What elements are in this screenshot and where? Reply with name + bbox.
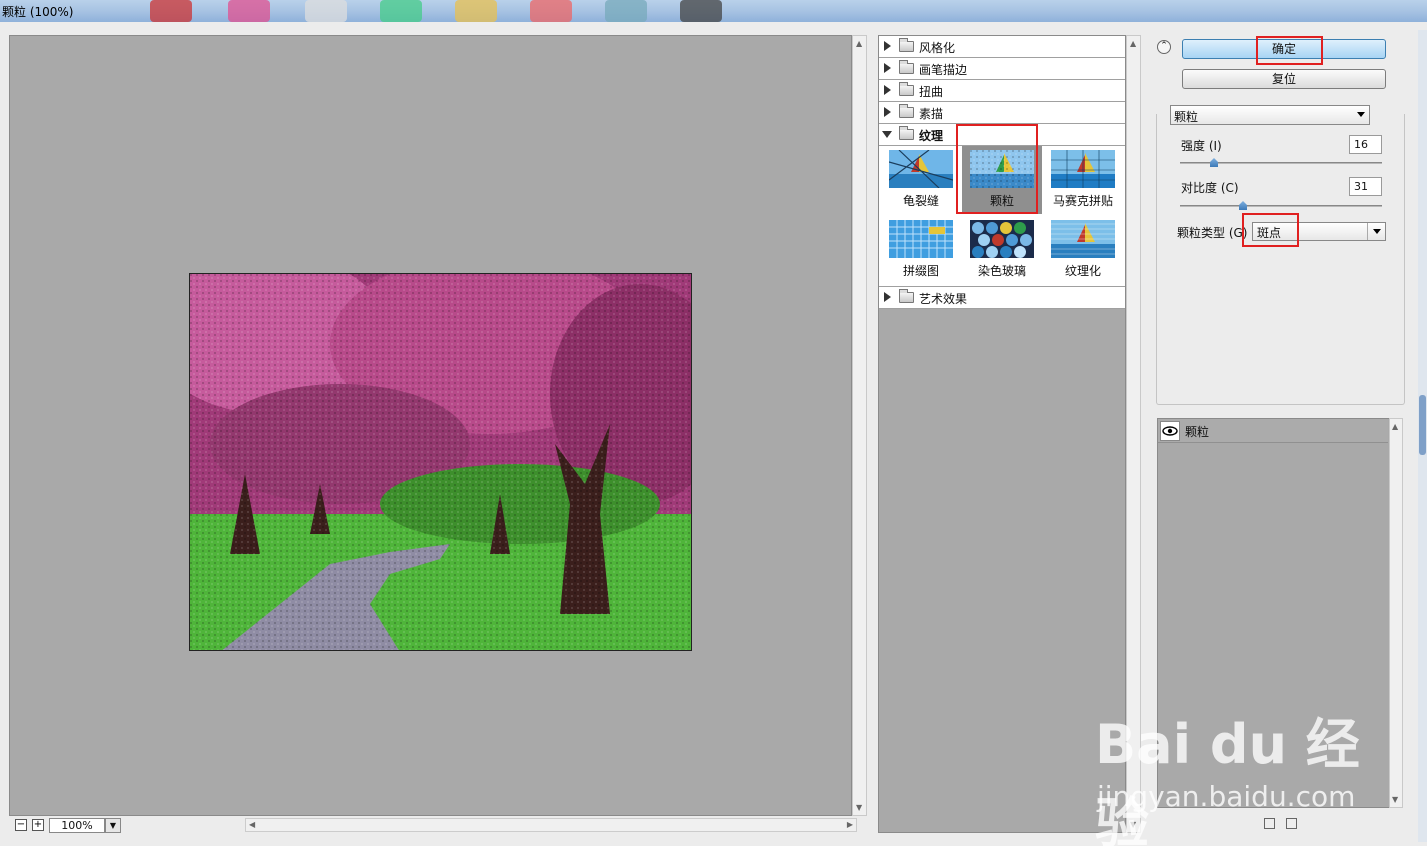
- scrollbar-thumb[interactable]: [1419, 395, 1426, 455]
- category-artistic[interactable]: 艺术效果: [879, 287, 1125, 309]
- window-scrollbar[interactable]: [1418, 30, 1427, 842]
- eye-icon[interactable]: [1160, 421, 1180, 441]
- filter-select-value: 颗粒: [1174, 110, 1199, 124]
- effect-layer-name: 颗粒: [1185, 425, 1210, 439]
- folder-icon: [899, 82, 914, 96]
- folder-icon: [899, 289, 914, 303]
- folder-open-icon: [899, 126, 914, 140]
- window-titlebar: 颗粒 (100%): [0, 0, 1427, 22]
- category-label: 画笔描边: [919, 63, 968, 77]
- patchwork-thumbnail-icon: [889, 220, 953, 258]
- taskbar-icon: [530, 0, 572, 22]
- sailboat-thumbnail-icon: [1051, 150, 1115, 188]
- category-stylize[interactable]: 风格化: [879, 36, 1125, 58]
- expand-triangle-icon[interactable]: [884, 107, 891, 117]
- window-title: 颗粒 (100%): [2, 5, 74, 19]
- category-texture[interactable]: 纹理: [879, 124, 1125, 146]
- category-brush-strokes[interactable]: 画笔描边: [879, 58, 1125, 80]
- filter-select[interactable]: 颗粒: [1170, 105, 1370, 125]
- reset-button[interactable]: 复位: [1182, 69, 1386, 89]
- scroll-up-icon[interactable]: ▲: [1392, 422, 1398, 431]
- sailboat-thumbnail-icon: [889, 150, 953, 188]
- zoom-in-button[interactable]: +: [32, 819, 44, 831]
- category-label: 风格化: [919, 41, 956, 55]
- expand-triangle-icon[interactable]: [884, 63, 891, 73]
- filter-label: 染色玻璃: [977, 264, 1026, 278]
- filter-label: 拼缀图: [902, 264, 939, 278]
- grain-type-value: 斑点: [1257, 226, 1282, 240]
- zoom-level-field[interactable]: 100%: [49, 818, 105, 833]
- chevron-down-icon: [1357, 112, 1365, 117]
- scroll-up-icon[interactable]: ▲: [856, 39, 862, 48]
- grain-type-label: 颗粒类型 (G): [1177, 226, 1248, 240]
- taskbar-icon: [228, 0, 270, 22]
- taskbar-icon: [305, 0, 347, 22]
- category-distort[interactable]: 扭曲: [879, 80, 1125, 102]
- expand-triangle-icon[interactable]: [884, 85, 891, 95]
- taskbar-icon: [150, 0, 192, 22]
- folder-icon: [899, 104, 914, 118]
- category-sketch[interactable]: 素描: [879, 102, 1125, 124]
- effect-layers-panel: 颗粒: [1157, 418, 1403, 808]
- filter-label: 龟裂缝: [902, 194, 939, 208]
- scroll-left-icon[interactable]: ◀: [249, 820, 255, 829]
- expand-triangle-icon[interactable]: [884, 41, 891, 51]
- sailboat-thumbnail-icon: [1051, 220, 1115, 258]
- category-label: 扭曲: [919, 85, 944, 99]
- expand-triangle-icon[interactable]: [884, 292, 891, 302]
- stained-glass-thumbnail-icon: [970, 220, 1034, 258]
- scroll-right-icon[interactable]: ▶: [847, 820, 853, 829]
- preview-horizontal-scrollbar[interactable]: ◀ ▶: [245, 818, 857, 832]
- zoom-dropdown-icon[interactable]: ▼: [105, 818, 121, 833]
- folder-icon: [899, 38, 914, 52]
- effect-layer-row[interactable]: 颗粒: [1158, 419, 1388, 443]
- contrast-slider[interactable]: [1180, 201, 1382, 210]
- filter-thumb-patchwork[interactable]: 拼缀图: [881, 216, 961, 284]
- intensity-slider[interactable]: [1180, 158, 1382, 167]
- contrast-field[interactable]: 31: [1349, 177, 1382, 196]
- preview-vertical-scrollbar[interactable]: ▲ ▼: [852, 35, 867, 816]
- taskbar-icon: [455, 0, 497, 22]
- scroll-down-icon[interactable]: ▼: [1392, 795, 1398, 804]
- scroll-down-icon[interactable]: ▼: [1130, 820, 1136, 829]
- chevron-down-icon: [1373, 229, 1381, 234]
- filter-label: 纹理化: [1064, 264, 1101, 278]
- filter-thumb-texturizer[interactable]: 纹理化: [1043, 216, 1123, 284]
- sailboat-thumbnail-icon: [970, 150, 1034, 188]
- filter-thumb-grain[interactable]: 颗粒: [962, 146, 1042, 214]
- zoom-out-button[interactable]: −: [15, 819, 27, 831]
- ok-button[interactable]: 确定: [1182, 39, 1386, 59]
- new-effect-layer-icon[interactable]: [1264, 818, 1275, 829]
- taskbar-icon: [380, 0, 422, 22]
- taskbar-icon: [680, 0, 722, 22]
- grain-type-select[interactable]: 斑点: [1252, 222, 1386, 241]
- layers-scrollbar[interactable]: ▲ ▼: [1389, 418, 1403, 808]
- delete-effect-layer-icon[interactable]: [1286, 818, 1297, 829]
- scroll-up-icon[interactable]: ▲: [1130, 39, 1136, 48]
- filter-tree-scrollbar[interactable]: ▲ ▼: [1126, 35, 1141, 833]
- taskbar-icon: [605, 0, 647, 22]
- texture-filter-thumbnails: 龟裂缝 颗粒 马赛克拼贴 拼缀图 染色玻璃 纹理化: [879, 146, 1125, 287]
- filter-thumb-stained-glass[interactable]: 染色玻璃: [962, 216, 1042, 284]
- intensity-field[interactable]: 16: [1349, 135, 1382, 154]
- preview-image: [189, 273, 692, 651]
- category-label: 纹理: [919, 129, 944, 143]
- filter-thumb-mosaic-tiles[interactable]: 马赛克拼贴: [1043, 146, 1123, 214]
- folder-icon: [899, 60, 914, 74]
- filter-tree: 风格化 画笔描边 扭曲 素描 纹理 龟裂缝 颗粒 马赛克拼贴 拼缀图 染色玻璃 …: [878, 35, 1126, 833]
- scroll-down-icon[interactable]: ▼: [856, 803, 862, 812]
- contrast-label: 对比度 (C): [1181, 181, 1239, 195]
- zoom-bar: − + 100% ▼ ◀ ▶: [9, 816, 867, 834]
- category-label: 素描: [919, 107, 944, 121]
- filter-label: 颗粒: [989, 194, 1014, 208]
- collapse-gallery-icon[interactable]: ⌃: [1157, 40, 1171, 54]
- category-label: 艺术效果: [919, 292, 968, 306]
- collapse-triangle-icon[interactable]: [882, 131, 892, 138]
- filter-settings-panel: [1156, 114, 1405, 405]
- filter-label: 马赛克拼贴: [1052, 194, 1113, 208]
- preview-canvas[interactable]: [9, 35, 852, 816]
- filter-thumb-craquelure[interactable]: 龟裂缝: [881, 146, 961, 214]
- intensity-label: 强度 (I): [1181, 139, 1222, 153]
